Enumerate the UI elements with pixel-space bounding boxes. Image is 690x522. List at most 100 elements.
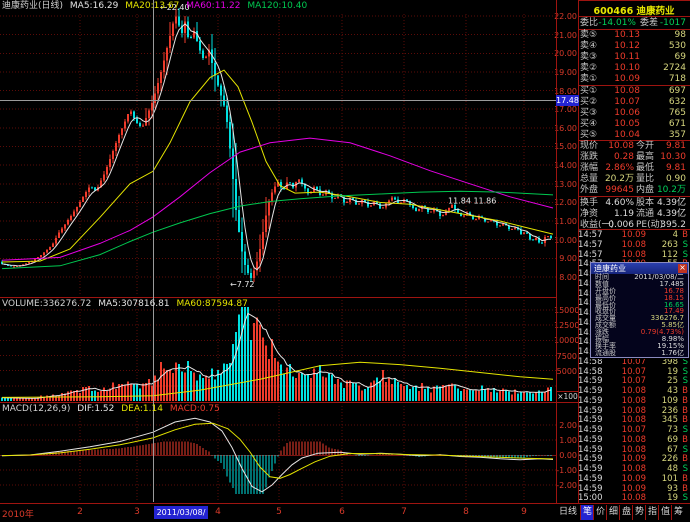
- bottom-tab-2[interactable]: 价: [593, 505, 607, 520]
- axis-tick-label: 15000: [554, 306, 580, 316]
- stock-app-window: ←22.40 ←7.72 11.84 11.86 迪康药业(日线) MA5:16.2…: [0, 0, 690, 522]
- kline-info-popup[interactable]: 迪康药业 × 时间 2011/03/08/二 数值 17.485 开盘价 16.78 最高价…: [590, 262, 689, 358]
- tick-row: 14:59 10.08 69 B: [578, 434, 688, 445]
- x-axis-label: 6: [339, 507, 345, 517]
- x-axis-label: 2010年: [2, 510, 34, 520]
- volume-unit-box: ×100: [556, 391, 579, 403]
- x-axis-label: 2: [77, 507, 83, 517]
- volume-ma5-value: MA5:307816.81: [98, 299, 170, 309]
- bottom-tab-6[interactable]: 指: [645, 505, 659, 520]
- axis-tick-label: 5000: [556, 366, 577, 376]
- bottom-tab-8[interactable]: 筹: [671, 505, 685, 520]
- axis-tick-label: 11.00: [554, 217, 577, 227]
- axis-tick-label: 20.00: [554, 49, 577, 59]
- axis-tick-label: 10.00: [554, 235, 577, 245]
- x-axis-label: 9: [521, 507, 527, 517]
- axis-tick-label: 12.00: [554, 198, 577, 208]
- axis-tick-label: 16.00: [554, 123, 577, 133]
- tick-row: 14:57 10.08 263 S: [578, 239, 688, 250]
- axis-tick-label: -1.00: [556, 466, 577, 475]
- tick-row: 14:59 10.08 48 S: [578, 464, 688, 474]
- tab-period-daily[interactable]: 日线: [557, 505, 579, 520]
- axis-tick-label: 15.00: [554, 142, 577, 152]
- quote-row: 买③ 10.06 765: [580, 108, 686, 118]
- dif-value: DIF:1.52: [77, 404, 115, 414]
- x-axis-label: 4: [215, 507, 221, 517]
- quote-row: 卖③ 10.11 69: [580, 52, 686, 62]
- quote-row: 净资 1.19 流通 4.39亿: [580, 209, 686, 219]
- quote-row: 买② 10.07 632: [580, 97, 686, 107]
- quote-row: 涨跌 0.28 最高 10.30: [580, 152, 686, 162]
- bottom-tab-4[interactable]: 盘: [619, 505, 633, 520]
- axis-tick-label: 17.00: [554, 105, 577, 115]
- x-axis-label: 8: [463, 507, 469, 517]
- axis-tick-label: 7500: [556, 351, 577, 361]
- ma120-value: MA120:10.40: [247, 1, 308, 11]
- quote-row: 买① 10.08 697: [580, 86, 686, 96]
- tick-row: 14:59 10.09 101 B: [578, 473, 688, 484]
- x-axis-label: 5: [276, 507, 282, 517]
- chart-panel-divider: [556, 0, 557, 503]
- quote-row: 卖① 10.09 718: [580, 74, 686, 84]
- axis-tick-label: 10000: [554, 336, 580, 346]
- tick-row: 14:59 10.09 226 B: [578, 454, 688, 465]
- tick-row: 14:59 10.09 93 B: [578, 483, 688, 494]
- tick-row: 14:59 10.08 43 B: [578, 386, 688, 396]
- tick-row: 15:00 10.08 19 S: [578, 493, 688, 504]
- tick-row: 14:58 10.07 19 S: [578, 366, 688, 377]
- quote-row: 卖② 10.10 2724: [580, 63, 686, 73]
- tick-row: 14:58 10.07 398 S: [578, 356, 688, 367]
- axis-tick-label: 2.00: [559, 421, 577, 430]
- axis-tick-label: -2.00: [556, 481, 577, 490]
- tick-row: 14:59 10.08 345 B: [578, 415, 688, 426]
- tick-row: 14:59 10.07 25 S: [578, 376, 688, 387]
- macd-value: MACD:0.75: [169, 404, 220, 414]
- ma60-value: MA60:11.22: [186, 1, 241, 11]
- axis-tick-label: 0.00: [559, 451, 577, 460]
- tick-row: 14:59 10.08 67 S: [578, 444, 688, 455]
- axis-tick-label: 12500: [554, 321, 580, 331]
- bottom-tab-7[interactable]: 值: [658, 505, 672, 520]
- ma5-value: MA5:16.29: [69, 1, 119, 11]
- popup-rows: 时间 2011/03/08/二 数值 17.485 开盘价 16.78 最高价 18.15 最低…: [591, 274, 688, 357]
- crosshair-price-tag: 17.48: [556, 95, 579, 106]
- tick-row: 14:57 10.09 4 B: [578, 230, 688, 240]
- quote-row: 换手 4.60% 股本 4.39亿: [580, 198, 686, 208]
- volume-header: VOLUME:336276.72 MA5:307816.81 MA60:8759…: [2, 299, 252, 310]
- tick-row: 14:57 10.08 112 S: [578, 249, 688, 260]
- kline-chart[interactable]: ←22.40 ←7.72 11.84 11.86: [0, 0, 556, 503]
- volume-ma60-value: MA60:87594.87: [176, 299, 248, 309]
- bottom-tab-5[interactable]: 势: [632, 505, 646, 520]
- popup-title: 迪康药业: [594, 264, 626, 273]
- axis-tick-label: 19.00: [554, 67, 577, 77]
- macd-header: MACD(12,26,9) DIF:1.52 DEA:1.14 MACD:0.7…: [2, 404, 224, 415]
- tick-row: 14:59 10.08 109 B: [578, 395, 688, 406]
- macd-name: MACD(12,26,9): [2, 404, 71, 414]
- bottom-tab-1[interactable]: 笔: [580, 505, 594, 520]
- price-axis: 22.00 21.00 20.00 19.00 18.00 17.00 16.00 15.00…: [554, 0, 580, 503]
- tick-row: 14:59 10.08 236 B: [578, 405, 688, 416]
- quote-row: 总量 20.2万 量比 0.90: [580, 174, 686, 184]
- x-axis-label: 3: [134, 507, 140, 517]
- chart-title: 迪康药业(日线): [2, 1, 64, 11]
- bottom-tab-3[interactable]: 细: [606, 505, 620, 520]
- axis-tick-label: 1.00: [559, 436, 577, 445]
- svg-text:11.84 11.86: 11.84 11.86: [448, 196, 496, 205]
- quote-row: 买④ 10.05 671: [580, 119, 686, 129]
- quote-row: 卖⑤ 10.13 98: [580, 30, 686, 40]
- crosshair-date-tag: 2011/03/08/二: [154, 506, 208, 522]
- axis-tick-label: 13.00: [554, 179, 577, 189]
- bottom-bar: 2010年 2 3 4 5 6 7 8 9 2011/03/08/二 日线 笔价细盘势指值筹: [0, 503, 690, 522]
- volume-value: VOLUME:336276.72: [2, 299, 92, 309]
- tick-row: 14:59 10.07 73 S: [578, 425, 688, 435]
- quote-row: 卖④ 10.12 530: [580, 41, 686, 51]
- quote-row: 外盘 99645 内盘 10.2万: [580, 185, 686, 195]
- axis-tick-label: 8.00: [559, 272, 577, 282]
- stock-title: 600466 迪康药业: [593, 6, 675, 17]
- close-icon[interactable]: ×: [678, 264, 687, 273]
- quote-row: 现价 10.08 今开 9.81: [580, 141, 686, 151]
- x-axis-label: 7: [401, 507, 407, 517]
- axis-tick-label: 21.00: [554, 30, 577, 40]
- panel-divider: [578, 16, 690, 17]
- panel-divider: [578, 196, 690, 197]
